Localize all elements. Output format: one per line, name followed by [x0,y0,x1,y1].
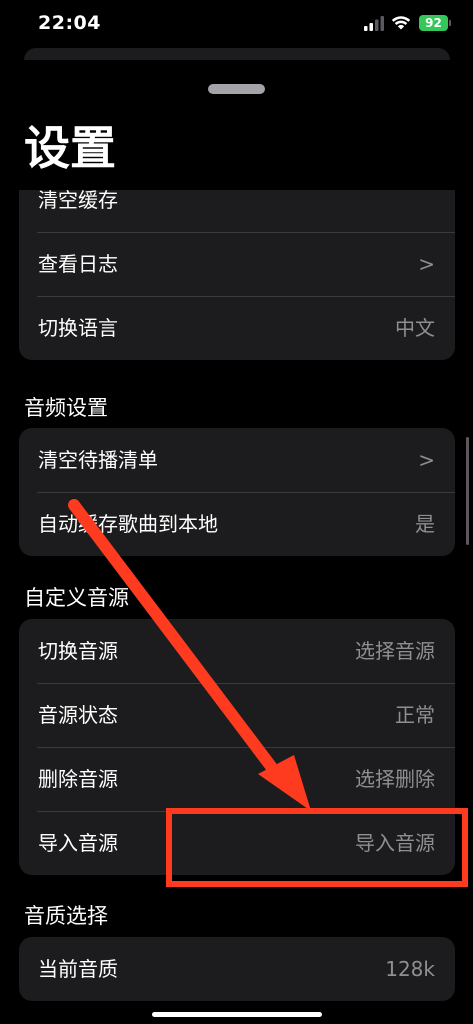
row-label: 清空缓存 [38,190,118,212]
import-source-row[interactable]: 导入音源 导入音源 [19,811,455,875]
home-indicator [152,1012,322,1017]
audio-card: 清空待播清单 > 自动缓存歌曲到本地 是 [19,428,455,556]
clear-queue-row[interactable]: 清空待播清单 > [19,428,455,492]
row-value: 是 [415,512,435,536]
chevron-right-icon: > [418,252,435,276]
row-value: 128k [385,957,435,981]
wifi-icon [391,16,411,30]
row-label: 删除音源 [38,767,118,791]
source-status-row[interactable]: 音源状态 正常 [19,683,455,747]
custom-source-card: 切换音源 选择音源 音源状态 正常 删除音源 选择删除 导入音源 导入音源 [19,619,455,875]
sheet-grabber[interactable] [208,84,265,94]
section-header-audio: 音频设置 [24,396,108,420]
status-bar: 22:04 92 [0,0,473,50]
section-header-custom-source: 自定义音源 [24,586,129,610]
switch-source-row[interactable]: 切换音源 选择音源 [19,619,455,683]
row-label: 切换语言 [38,316,118,340]
status-time: 22:04 [38,12,101,34]
row-value: 正常 [395,703,435,727]
quality-card: 当前音质 128k [19,937,455,1001]
auto-cache-row[interactable]: 自动缓存歌曲到本地 是 [19,492,455,556]
row-value: 中文 [395,316,435,340]
signal-icon [364,16,384,31]
battery-cap [449,20,451,26]
chevron-right-icon: > [418,448,435,472]
current-quality-row[interactable]: 当前音质 128k [19,937,455,1001]
clear-cache-row[interactable]: 清空缓存 [19,190,455,232]
row-label: 导入音源 [38,831,118,855]
switch-language-row[interactable]: 切换语言 中文 [19,296,455,360]
scroll-indicator[interactable] [466,437,469,545]
row-label: 切换音源 [38,639,118,663]
row-label: 自动缓存歌曲到本地 [38,512,218,536]
import-source-button[interactable]: 导入音源 [355,811,435,875]
section-header-quality: 音质选择 [24,904,108,928]
battery-icon: 92 [419,15,448,31]
view-log-row[interactable]: 查看日志 > [19,232,455,296]
delete-source-row[interactable]: 删除音源 选择删除 [19,747,455,811]
row-label: 当前音质 [38,957,118,981]
row-value: 选择删除 [355,767,435,791]
page-title: 设置 [24,121,116,175]
settings-scroll-area[interactable]: 清空缓存 查看日志 > 切换语言 中文 音频设置 清空待播清单 > 自动缓存歌曲… [0,190,473,1024]
row-label: 清空待播清单 [38,448,158,472]
general-card: 清空缓存 查看日志 > 切换语言 中文 [19,190,455,360]
row-value: 选择音源 [355,639,435,663]
row-label: 查看日志 [38,252,118,276]
row-label: 音源状态 [38,703,118,727]
